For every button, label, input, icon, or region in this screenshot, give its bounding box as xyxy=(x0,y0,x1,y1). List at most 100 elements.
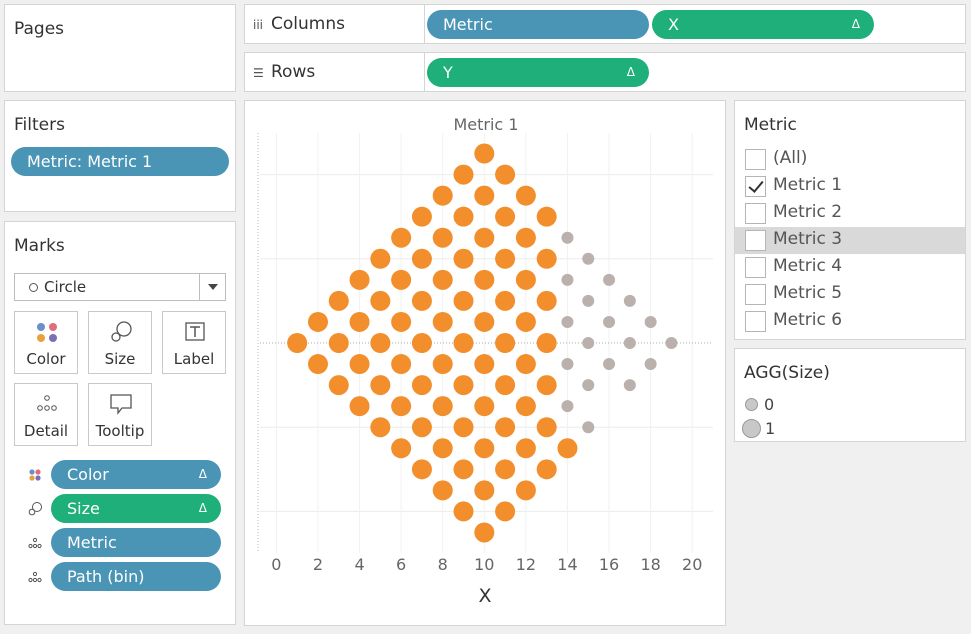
data-point[interactable] xyxy=(495,333,516,353)
data-point[interactable] xyxy=(287,333,308,353)
filters-card[interactable]: Filters Metric: Metric 1 xyxy=(4,100,236,212)
data-point[interactable] xyxy=(582,294,595,307)
checkbox[interactable] xyxy=(745,257,766,278)
metric-filter-option[interactable]: Metric 2 xyxy=(735,200,965,227)
checkbox[interactable] xyxy=(745,230,766,251)
data-point[interactable] xyxy=(432,480,453,501)
data-point[interactable] xyxy=(474,269,495,290)
data-point[interactable] xyxy=(349,269,370,290)
data-point[interactable] xyxy=(515,438,536,459)
mark-type-dropdown[interactable]: Circle xyxy=(14,273,226,301)
data-point[interactable] xyxy=(453,417,474,438)
data-point[interactable] xyxy=(536,459,557,480)
data-point[interactable] xyxy=(453,290,474,311)
data-point[interactable] xyxy=(453,459,474,480)
data-point[interactable] xyxy=(582,379,595,392)
data-point[interactable] xyxy=(370,417,391,438)
encoding-pill-size[interactable]: Size Δ xyxy=(51,494,221,523)
data-point[interactable] xyxy=(370,333,391,353)
metric-filter-option[interactable]: Metric 1 xyxy=(735,173,965,200)
metric-filter-option[interactable]: (All) xyxy=(735,146,965,173)
pages-card[interactable]: Pages xyxy=(4,4,236,92)
data-point[interactable] xyxy=(391,311,412,332)
data-point[interactable] xyxy=(411,248,432,269)
data-point[interactable] xyxy=(536,248,557,269)
data-point[interactable] xyxy=(349,396,370,417)
data-point[interactable] xyxy=(432,311,453,332)
data-point[interactable] xyxy=(453,333,474,353)
data-point[interactable] xyxy=(561,358,574,371)
checkbox[interactable] xyxy=(745,203,766,224)
data-point[interactable] xyxy=(536,206,557,227)
data-point[interactable] xyxy=(453,501,474,522)
rows-pill-y[interactable]: Y Δ xyxy=(427,58,649,87)
data-point[interactable] xyxy=(561,315,574,328)
data-point[interactable] xyxy=(603,358,616,371)
data-point[interactable] xyxy=(453,206,474,227)
metric-filter-option[interactable]: Metric 5 xyxy=(735,281,965,308)
data-point[interactable] xyxy=(474,311,495,332)
columns-pill-metric[interactable]: Metric xyxy=(427,10,649,39)
data-point[interactable] xyxy=(411,459,432,480)
data-point[interactable] xyxy=(474,396,495,417)
data-point[interactable] xyxy=(515,480,536,501)
data-point[interactable] xyxy=(474,185,495,206)
data-point[interactable] xyxy=(391,438,412,459)
columns-pill-x[interactable]: X Δ xyxy=(652,10,874,39)
data-point[interactable] xyxy=(432,438,453,459)
data-point[interactable] xyxy=(328,290,349,311)
chart-view[interactable]: Metric 1 0 2 4 6 8 10 12 14 16 18 20 X xyxy=(244,100,726,626)
data-point[interactable] xyxy=(411,375,432,396)
data-point[interactable] xyxy=(328,333,349,353)
data-point[interactable] xyxy=(582,421,595,434)
rows-shelf[interactable]: ☰ Rows Y Δ xyxy=(244,52,966,92)
data-point[interactable] xyxy=(495,501,516,522)
checkbox[interactable] xyxy=(745,149,766,170)
data-point[interactable] xyxy=(561,273,574,286)
data-point[interactable] xyxy=(515,311,536,332)
data-point[interactable] xyxy=(582,337,595,349)
checkbox[interactable] xyxy=(745,284,766,305)
data-point[interactable] xyxy=(474,438,495,459)
chevron-down-icon[interactable] xyxy=(199,274,225,300)
data-point[interactable] xyxy=(474,227,495,248)
color-button[interactable]: Color xyxy=(14,311,78,374)
data-point[interactable] xyxy=(370,290,391,311)
filter-pill-metric[interactable]: Metric: Metric 1 xyxy=(11,147,229,176)
encoding-pill-metric[interactable]: Metric xyxy=(51,528,221,557)
data-point[interactable] xyxy=(557,438,578,459)
data-point[interactable] xyxy=(623,294,636,307)
data-point[interactable] xyxy=(370,375,391,396)
metric-filter-option[interactable]: Metric 4 xyxy=(735,254,965,281)
data-point[interactable] xyxy=(495,164,516,185)
data-point[interactable] xyxy=(432,354,453,375)
data-point[interactable] xyxy=(644,358,657,371)
data-point[interactable] xyxy=(370,248,391,269)
metric-filter-option[interactable]: Metric 6 xyxy=(735,308,965,335)
data-point[interactable] xyxy=(453,164,474,185)
data-point[interactable] xyxy=(561,231,574,244)
data-point[interactable] xyxy=(536,417,557,438)
data-point[interactable] xyxy=(307,311,328,332)
data-point[interactable] xyxy=(644,315,657,328)
data-point[interactable] xyxy=(623,379,636,392)
data-point[interactable] xyxy=(495,375,516,396)
data-point[interactable] xyxy=(328,375,349,396)
data-point[interactable] xyxy=(432,396,453,417)
scatter-chart[interactable]: Metric 1 0 2 4 6 8 10 12 14 16 18 20 X xyxy=(245,101,725,625)
data-point[interactable] xyxy=(411,333,432,353)
data-point[interactable] xyxy=(432,269,453,290)
data-point[interactable] xyxy=(391,227,412,248)
metric-filter-option[interactable]: Metric 3 xyxy=(735,227,965,254)
data-point[interactable] xyxy=(474,522,495,543)
data-point[interactable] xyxy=(495,417,516,438)
checkbox[interactable] xyxy=(745,176,766,197)
data-point[interactable] xyxy=(453,375,474,396)
data-point[interactable] xyxy=(411,417,432,438)
data-point[interactable] xyxy=(453,248,474,269)
data-point[interactable] xyxy=(515,185,536,206)
data-point[interactable] xyxy=(391,396,412,417)
data-point[interactable] xyxy=(536,333,557,353)
data-point[interactable] xyxy=(349,354,370,375)
data-point[interactable] xyxy=(391,354,412,375)
